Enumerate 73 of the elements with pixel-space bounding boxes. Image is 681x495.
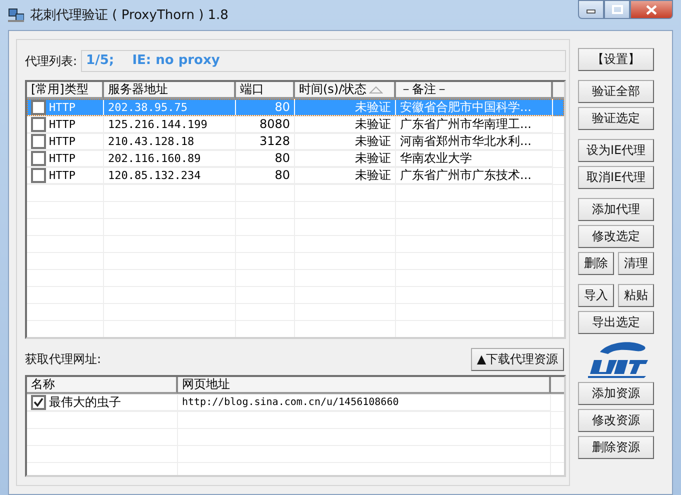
side-button[interactable]: 清理 <box>618 252 654 275</box>
table-cell: 未验证 <box>355 167 391 183</box>
table-cell: 80 <box>274 168 290 182</box>
table-cell: 广东省广州市广东技术... <box>400 167 532 183</box>
side-button[interactable]: 导出选定 <box>578 311 654 334</box>
checkbox[interactable] <box>31 394 46 410</box>
checkbox[interactable] <box>31 116 46 132</box>
side-button[interactable]: 修改选定 <box>578 225 654 248</box>
column-header[interactable]: [常用]类型 <box>27 82 104 99</box>
column-header[interactable]: －备注－ <box>396 82 553 99</box>
checkbox[interactable] <box>31 168 46 182</box>
side-button[interactable]: 【设置】 <box>578 48 654 71</box>
side-button[interactable]: 修改资源 <box>578 409 654 432</box>
table-row[interactable]: HTTP 202.116.160.89 80 未验证 华南农业大学 <box>27 150 564 167</box>
side-button[interactable]: 添加资源 <box>578 382 654 405</box>
side-button[interactable]: 验证全部 <box>578 80 654 103</box>
table-cell: 未验证 <box>355 150 391 166</box>
table-cell: 未验证 <box>355 116 391 132</box>
side-button[interactable]: 验证选定 <box>578 107 654 130</box>
side-button[interactable]: 删除资源 <box>578 436 654 459</box>
column-header[interactable]: 名称 <box>27 377 178 394</box>
table-cell: 河南省郑州市华北水利... <box>400 133 532 149</box>
logo-icon <box>588 340 650 378</box>
table-row[interactable]: HTTP 120.85.132.234 80 未验证 广东省广州市广东技术... <box>27 167 564 184</box>
table-cell: 未验证 <box>355 133 391 149</box>
side-button[interactable]: 取消IE代理 <box>578 166 654 189</box>
side-button[interactable]: 添加代理 <box>578 198 654 221</box>
checkbox[interactable] <box>31 100 46 114</box>
table-cell: HTTP <box>49 168 76 182</box>
column-header[interactable]: 服务器地址 <box>104 82 236 99</box>
table-cell: 125.216.144.199 <box>108 118 208 130</box>
column-header[interactable]: 端口 <box>236 82 295 99</box>
table-cell: 202.116.160.89 <box>108 152 201 164</box>
table-cell: HTTP <box>49 100 76 114</box>
proxy-list-label: 代理列表: <box>25 52 78 70</box>
column-header[interactable]: 网页地址 <box>178 377 551 394</box>
side-button[interactable]: 设为IE代理 <box>578 139 654 162</box>
table-cell: 3128 <box>259 134 290 148</box>
table-cell: 120.85.132.234 <box>108 168 201 182</box>
window-title: 花刺代理验证 ( ProxyThorn ) 1.8 <box>30 7 228 24</box>
close-icon <box>646 4 657 14</box>
table-cell: 8080 <box>259 117 290 131</box>
table-row[interactable]: HTTP 125.216.144.199 8080 未验证 广东省广州市华南理工... <box>27 116 564 133</box>
table-cell: 210.43.128.18 <box>108 134 194 148</box>
check-icon <box>33 397 44 407</box>
table-cell: 广东省广州市华南理工... <box>400 116 532 132</box>
table-cell: 安徽省合肥市中国科学... <box>400 99 532 115</box>
table-cell: 华南农业大学 <box>400 150 472 166</box>
minimize-button[interactable] <box>578 0 604 19</box>
table-cell: 未验证 <box>355 99 391 115</box>
network-computers-icon <box>8 7 24 23</box>
sources-label: 获取代理网址: <box>25 350 102 368</box>
table-cell: http://blog.sina.com.cn/u/1456108660 <box>182 396 399 408</box>
side-button[interactable]: 粘贴 <box>618 284 654 307</box>
close-button[interactable] <box>630 0 673 19</box>
table-row[interactable]: HTTP 210.43.128.18 3128 未验证 河南省郑州市华北水利... <box>27 133 564 150</box>
side-button[interactable]: 导入 <box>578 284 614 307</box>
table-cell: HTTP <box>49 134 76 148</box>
maximize-icon <box>612 5 622 14</box>
table-cell: HTTP <box>49 152 76 164</box>
status-field: 1/5; IE: no proxy <box>81 50 566 72</box>
table-cell: 80 <box>274 151 290 165</box>
maximize-button[interactable] <box>604 0 630 19</box>
side-button[interactable]: 删除 <box>578 252 614 275</box>
download-button[interactable]: ▲下载代理资源 <box>471 348 564 370</box>
checkbox[interactable] <box>31 134 46 148</box>
checkbox[interactable] <box>31 150 46 166</box>
column-header[interactable]: 时间(s)/状态 <box>295 82 396 99</box>
table-cell: 80 <box>274 100 290 114</box>
sort-ascending-icon <box>368 85 383 94</box>
table-cell: 最伟大的虫子 <box>49 394 121 410</box>
table-cell: HTTP <box>49 118 76 130</box>
table-cell: 202.38.95.75 <box>108 100 188 114</box>
